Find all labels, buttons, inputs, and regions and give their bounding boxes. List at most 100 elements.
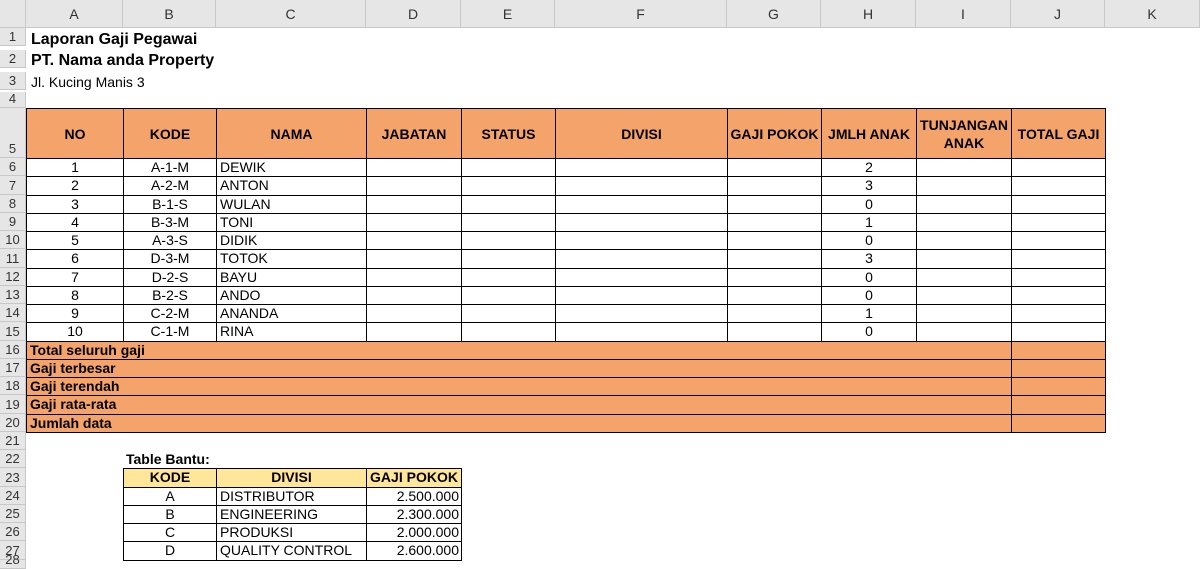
helper-header-divisi[interactable]: DIVISI (216, 468, 367, 488)
cell-anak[interactable]: 0 (821, 267, 917, 287)
cell-no[interactable]: 3 (26, 194, 124, 214)
cell-empty[interactable] (461, 194, 556, 214)
column-header-f[interactable]: F (555, 0, 727, 28)
company-name[interactable]: PT. Nama anda Property (31, 52, 214, 70)
cell-kode[interactable]: D-3-M (123, 249, 217, 269)
header-divisi[interactable]: DIVISI (555, 108, 728, 159)
cell-no[interactable]: 7 (26, 267, 124, 287)
cell-kode[interactable]: C-1-M (123, 322, 217, 342)
row-header-4[interactable]: 4 (0, 91, 26, 108)
cell-empty[interactable] (461, 212, 556, 232)
cell-empty[interactable] (1011, 285, 1106, 305)
row-header-9[interactable]: 9 (0, 212, 26, 231)
row-header-21[interactable]: 21 (0, 431, 26, 450)
cell-empty[interactable] (555, 322, 728, 342)
cell-nama[interactable]: WULAN (216, 194, 367, 214)
row-header-14[interactable]: 14 (0, 304, 26, 323)
cell-nama[interactable]: TONI (216, 212, 367, 232)
cell-empty[interactable] (555, 304, 728, 324)
cell-empty[interactable] (727, 285, 822, 305)
row-header-3[interactable]: 3 (0, 72, 26, 91)
column-header-k[interactable]: K (1105, 0, 1200, 28)
cell-no[interactable]: 8 (26, 285, 124, 305)
cell-empty[interactable] (727, 304, 822, 324)
header-gaji-pokok[interactable]: GAJI POKOK (727, 108, 822, 159)
cell-empty[interactable] (1011, 194, 1106, 214)
row-header-15[interactable]: 15 (0, 322, 26, 341)
cell-empty[interactable] (366, 304, 462, 324)
cell-empty[interactable] (555, 231, 728, 251)
column-header-j[interactable]: J (1011, 0, 1105, 28)
cell-no[interactable]: 1 (26, 158, 124, 178)
cell-empty[interactable] (727, 194, 822, 214)
cell-empty[interactable] (366, 158, 462, 178)
cell-empty[interactable] (727, 267, 822, 287)
cell-anak[interactable]: 3 (821, 176, 917, 196)
company-address[interactable]: Jl. Kucing Manis 3 (31, 74, 145, 90)
cell-empty[interactable] (727, 322, 822, 342)
cell-empty[interactable] (461, 267, 556, 287)
cell-empty[interactable] (555, 285, 728, 305)
cell-empty[interactable] (366, 176, 462, 196)
helper-cell-kode[interactable]: D (123, 541, 217, 561)
cell-empty[interactable] (1011, 249, 1106, 269)
cell-kode[interactable]: A-3-S (123, 231, 217, 251)
helper-header-kode[interactable]: KODE (123, 468, 217, 488)
row-header-1[interactable]: 1 (0, 28, 26, 47)
row-header-19[interactable]: 19 (0, 395, 26, 414)
cell-empty[interactable] (727, 249, 822, 269)
row-header-25[interactable]: 25 (0, 504, 26, 523)
helper-cell-kode[interactable]: C (123, 523, 217, 543)
header-status[interactable]: STATUS (461, 108, 556, 159)
cell-empty[interactable] (1011, 304, 1106, 324)
cell-empty[interactable] (916, 249, 1012, 269)
helper-cell-kode[interactable]: B (123, 504, 217, 524)
helper-cell-divisi[interactable]: ENGINEERING (216, 504, 367, 524)
header-kode[interactable]: KODE (123, 108, 217, 159)
cell-empty[interactable] (555, 249, 728, 269)
cell-kode[interactable]: B-2-S (123, 285, 217, 305)
cell-nama[interactable]: BAYU (216, 267, 367, 287)
cell-anak[interactable]: 2 (821, 158, 917, 178)
row-header-17[interactable]: 17 (0, 358, 26, 377)
cell-empty[interactable] (916, 212, 1012, 232)
cell-empty[interactable] (1011, 231, 1106, 251)
cell-empty[interactable] (461, 322, 556, 342)
cell-empty[interactable] (1011, 158, 1106, 178)
cell-nama[interactable]: ANANDA (216, 304, 367, 324)
summary-value[interactable] (1011, 395, 1106, 415)
header-total-gaji[interactable]: TOTAL GAJI (1011, 108, 1106, 159)
summary-value[interactable] (1011, 340, 1106, 360)
cell-no[interactable]: 2 (26, 176, 124, 196)
cell-anak[interactable]: 1 (821, 212, 917, 232)
helper-table-title[interactable]: Table Bantu: (126, 451, 210, 467)
row-header-28[interactable]: 28 (0, 552, 26, 569)
cell-empty[interactable] (727, 231, 822, 251)
cell-empty[interactable] (916, 304, 1012, 324)
cell-empty[interactable] (555, 194, 728, 214)
cell-kode[interactable]: B-3-M (123, 212, 217, 232)
row-header-6[interactable]: 6 (0, 158, 26, 177)
column-header-i[interactable]: I (916, 0, 1011, 28)
header-jmlh-anak[interactable]: JMLH ANAK (821, 108, 917, 159)
row-header-24[interactable]: 24 (0, 486, 26, 505)
row-header-16[interactable]: 16 (0, 340, 26, 359)
cell-no[interactable]: 4 (26, 212, 124, 232)
cell-empty[interactable] (366, 194, 462, 214)
cell-nama[interactable]: ANTON (216, 176, 367, 196)
cell-empty[interactable] (727, 176, 822, 196)
column-header-e[interactable]: E (461, 0, 555, 28)
cell-empty[interactable] (1011, 267, 1106, 287)
row-header-10[interactable]: 10 (0, 231, 26, 250)
helper-cell-gaji[interactable]: 2.300.000 (366, 504, 462, 524)
helper-cell-kode[interactable]: A (123, 486, 217, 506)
cell-empty[interactable] (461, 158, 556, 178)
column-header-a[interactable]: A (26, 0, 123, 28)
helper-cell-gaji[interactable]: 2.600.000 (366, 541, 462, 561)
cell-nama[interactable]: RINA (216, 322, 367, 342)
cell-kode[interactable]: A-1-M (123, 158, 217, 178)
summary-label[interactable]: Total seluruh gaji (26, 340, 1012, 360)
summary-value[interactable] (1011, 377, 1106, 397)
summary-label[interactable]: Gaji terbesar (26, 358, 1012, 378)
column-header-b[interactable]: B (123, 0, 216, 28)
